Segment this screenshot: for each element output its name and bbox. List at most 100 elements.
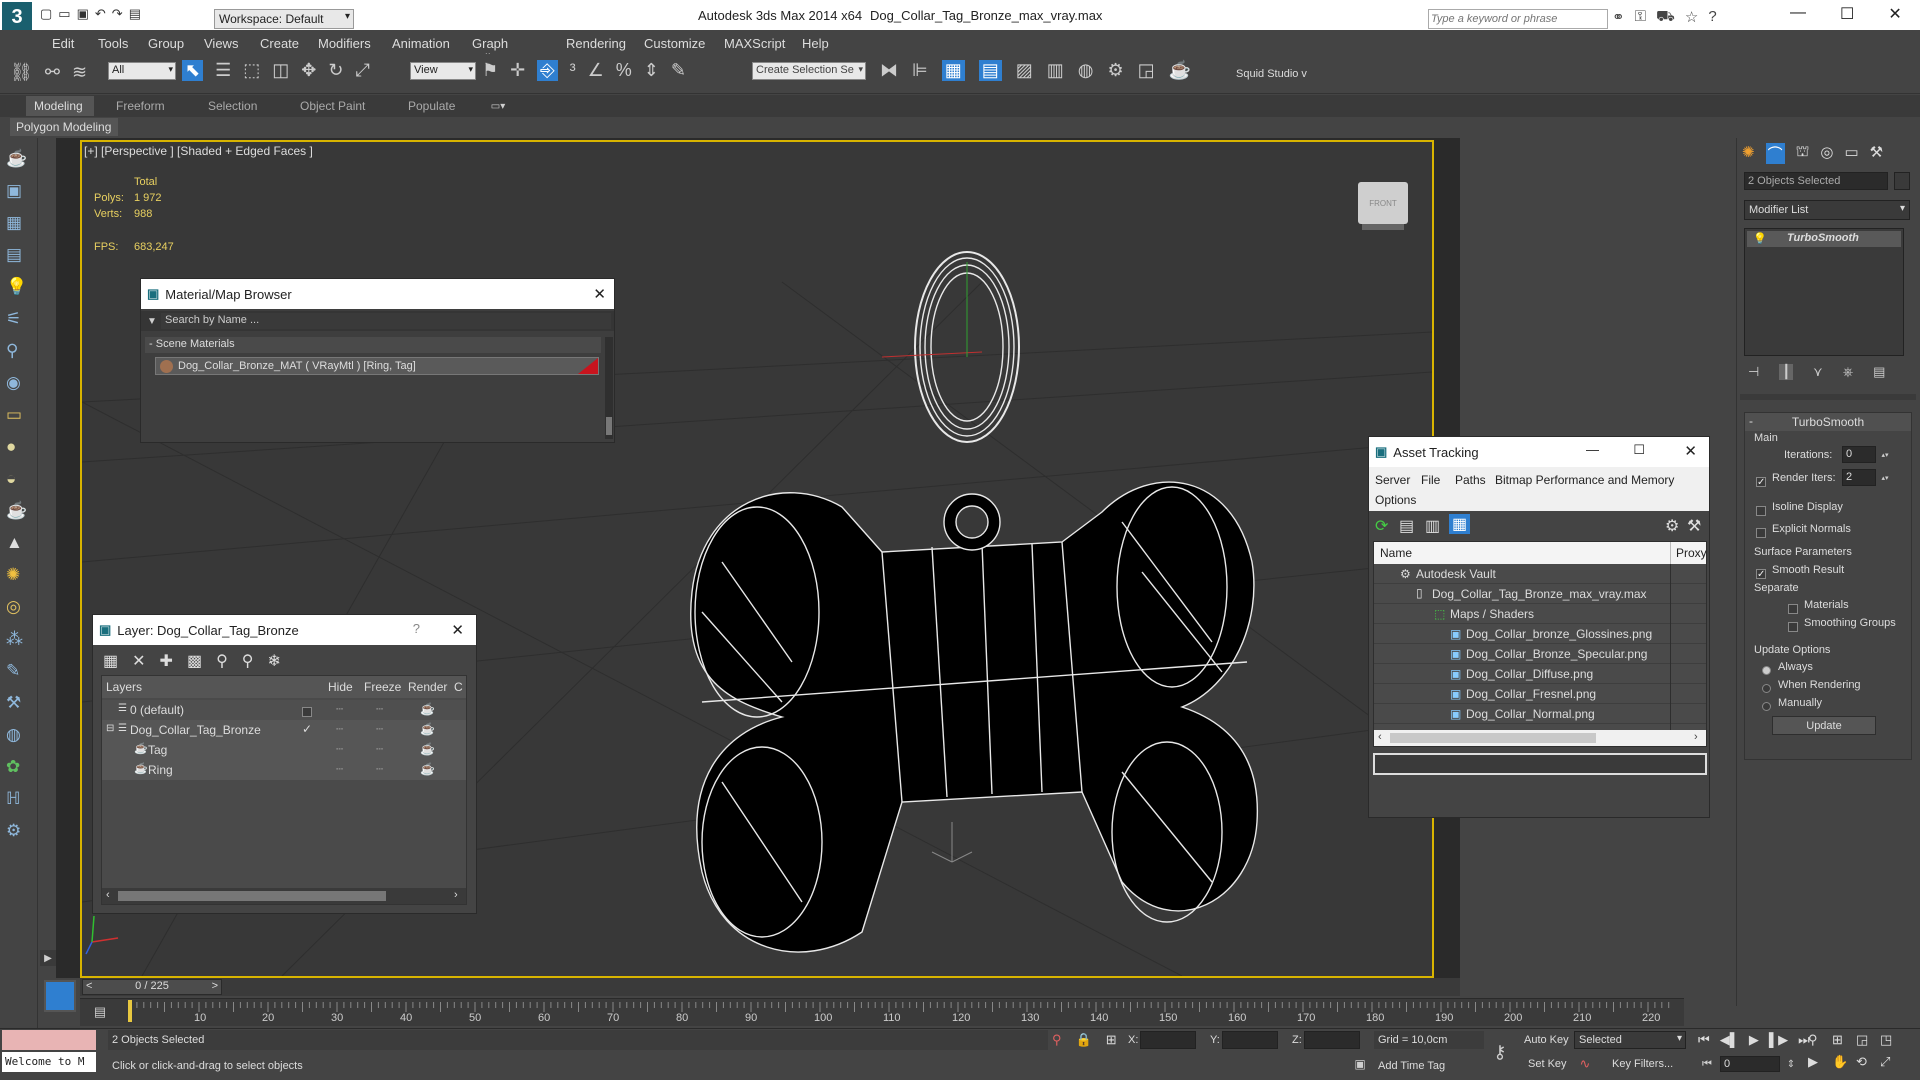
maxscript-listener-field[interactable]: [2, 1030, 96, 1050]
current-layer-check-icon[interactable]: ✓: [302, 722, 312, 736]
bone-icon[interactable]: ⚒: [6, 692, 34, 714]
menu-edit[interactable]: Edit: [52, 36, 74, 51]
layer-row-ring[interactable]: ☕ Ring ┄ ┄ ☕: [102, 760, 466, 780]
field-of-view-icon[interactable]: ▶: [1808, 1054, 1832, 1070]
maximize-icon[interactable]: ☐: [1633, 442, 1645, 458]
create-layer-icon[interactable]: ▦: [103, 651, 118, 671]
turbosmooth-rollout-header[interactable]: - TurboSmooth: [1745, 413, 1911, 431]
time-slider-next-icon[interactable]: >: [212, 980, 218, 992]
render-frame-icon[interactable]: ◲: [1138, 60, 1155, 81]
sphere-icon[interactable]: ●: [6, 436, 34, 458]
add-to-layer-icon[interactable]: ✚: [160, 651, 173, 671]
scroll-left-icon[interactable]: ‹: [106, 889, 110, 901]
time-slider-prev-icon[interactable]: <: [86, 980, 92, 992]
highlight-layer-icon[interactable]: ⚲: [216, 651, 228, 671]
table-view-icon[interactable]: ▦: [1449, 514, 1471, 534]
material-browser-scrollbar[interactable]: [605, 337, 613, 439]
asset-menu-bitmap[interactable]: Bitmap Performance and Memory: [1495, 473, 1674, 487]
layer-hscrollbar[interactable]: ‹ ›: [102, 888, 466, 904]
scroll-right-icon[interactable]: ›: [454, 889, 458, 901]
material-editor-icon[interactable]: ◍: [1078, 60, 1094, 81]
col-hide[interactable]: Hide: [328, 680, 353, 694]
hide-toggle[interactable]: ┄: [336, 762, 343, 776]
collapse-icon[interactable]: ⊟: [106, 723, 114, 734]
freeze-toggle[interactable]: ┄: [376, 722, 383, 736]
key-mode-toggle-icon[interactable]: ⏮: [1698, 1056, 1716, 1072]
update-when-rendering-radio[interactable]: [1762, 680, 1771, 698]
align-icon[interactable]: ⊫: [912, 60, 928, 81]
render-iters-checkbox[interactable]: [1756, 473, 1766, 491]
render-toggle[interactable]: ☕: [420, 702, 435, 716]
layers-icon[interactable]: ▤: [6, 244, 34, 266]
separate-materials-checkbox[interactable]: [1788, 600, 1798, 618]
hair-icon[interactable]: ℍ: [6, 788, 34, 810]
current-frame-field[interactable]: 0: [1720, 1056, 1780, 1072]
angle-snap-icon[interactable]: ∠: [588, 60, 604, 81]
col-name[interactable]: Name: [1380, 546, 1412, 560]
layer-row-dog-collar[interactable]: ⊟ ☰ Dog_Collar_Tag_Bronze ✓ ┄ ┄ ☕: [102, 720, 466, 740]
cone-icon[interactable]: ▲: [6, 532, 34, 554]
col-freeze[interactable]: Freeze: [364, 680, 401, 694]
menu-maxscript[interactable]: MAXScript: [724, 36, 785, 51]
camera-icon[interactable]: ⚟: [6, 308, 34, 330]
redo-icon[interactable]: ↷: [112, 6, 123, 26]
asset-row-map-3[interactable]: ▣ Dog_Collar_Diffuse.png: [1374, 664, 1706, 684]
help-icon[interactable]: ?: [413, 621, 420, 636]
iterations-spinner[interactable]: 0: [1842, 446, 1876, 463]
render-setup-icon[interactable]: ⚙: [1107, 60, 1123, 81]
col-color[interactable]: C: [454, 680, 463, 694]
minimize-icon[interactable]: —: [1790, 4, 1806, 24]
viewcube-icon[interactable]: FRONT: [1358, 182, 1408, 224]
asset-menu-server[interactable]: Server: [1375, 473, 1410, 487]
close-icon[interactable]: ✕: [1684, 442, 1697, 460]
teapot-prim-icon[interactable]: ☕: [6, 500, 34, 522]
make-unique-icon[interactable]: ⋎: [1813, 364, 1823, 380]
ribbon-tab-object-paint[interactable]: Object Paint: [300, 99, 365, 113]
modifier-stack-item[interactable]: 💡 TurboSmooth: [1747, 231, 1901, 247]
ribbon-tab-populate[interactable]: Populate: [408, 99, 455, 113]
coord-z-field[interactable]: [1304, 1031, 1360, 1049]
selection-lock-icon[interactable]: 🔒: [1076, 1032, 1092, 1048]
freeze-toggle[interactable]: ┄: [376, 742, 383, 756]
asset-row-map-4[interactable]: ▣ Dog_Collar_Fresnel.png: [1374, 684, 1706, 704]
create-tab-icon[interactable]: ✺: [1742, 143, 1755, 164]
maxscript-mini-listener[interactable]: Welcome to M: [2, 1052, 96, 1072]
menu-customize[interactable]: Customize: [644, 36, 705, 51]
scroll-right-icon[interactable]: ›: [1694, 731, 1698, 743]
object-color-swatch[interactable]: [1894, 172, 1910, 190]
coord-y-field[interactable]: [1222, 1031, 1278, 1049]
app-logo-icon[interactable]: 3: [2, 2, 32, 32]
ref-coord-dropdown[interactable]: View ▾: [410, 62, 476, 80]
project-icon[interactable]: ▤: [129, 6, 141, 26]
freeze-all-icon[interactable]: ❄: [268, 651, 281, 671]
key-icon[interactable]: ⚷: [1486, 1040, 1514, 1064]
time-config-icon[interactable]: ⇕: [1784, 1056, 1798, 1072]
spinner-arrows-icon[interactable]: ▴▾: [1880, 469, 1890, 486]
layer-dialog-titlebar[interactable]: ▣ Layer: Dog_Collar_Tag_Bronze ? ✕: [93, 615, 476, 645]
unlink-icon[interactable]: ⚯: [45, 62, 60, 83]
render-toggle[interactable]: ☕: [420, 722, 435, 736]
update-always-radio[interactable]: [1762, 662, 1771, 680]
light-icon[interactable]: 💡: [6, 276, 34, 298]
show-end-result-icon[interactable]: ┃: [1779, 364, 1794, 380]
menu-tools[interactable]: Tools: [98, 36, 128, 51]
box-icon[interactable]: ▣: [6, 180, 34, 202]
teapot-icon[interactable]: ☕: [6, 148, 34, 170]
snap-toggle-icon[interactable]: ³: [570, 60, 576, 81]
torus-icon[interactable]: ◎: [6, 596, 34, 618]
menu-help[interactable]: Help: [802, 36, 829, 51]
zoom-icon[interactable]: ⚲: [1808, 1032, 1832, 1048]
pivot-icon[interactable]: ⚑: [482, 60, 498, 81]
ribbon-tab-freeform[interactable]: Freeform: [116, 99, 165, 113]
menu-create[interactable]: Create: [260, 36, 299, 51]
scene-materials-header[interactable]: - Scene Materials: [145, 337, 601, 353]
zoom-extents-all-icon[interactable]: ◳: [1880, 1032, 1904, 1048]
close-icon[interactable]: ✕: [451, 621, 464, 639]
rotate-icon[interactable]: ↻: [328, 60, 343, 81]
asset-row-max-file[interactable]: ▯ Dog_Collar_Tag_Bronze_max_vray.max: [1374, 584, 1706, 604]
material-search-input[interactable]: Search by Name ...: [161, 313, 611, 329]
layer-explorer-icon[interactable]: ▦: [941, 60, 965, 81]
asset-path-field[interactable]: [1373, 753, 1707, 775]
help-search-input[interactable]: [1428, 9, 1608, 29]
zoom-all-icon[interactable]: ⊞: [1832, 1032, 1856, 1048]
